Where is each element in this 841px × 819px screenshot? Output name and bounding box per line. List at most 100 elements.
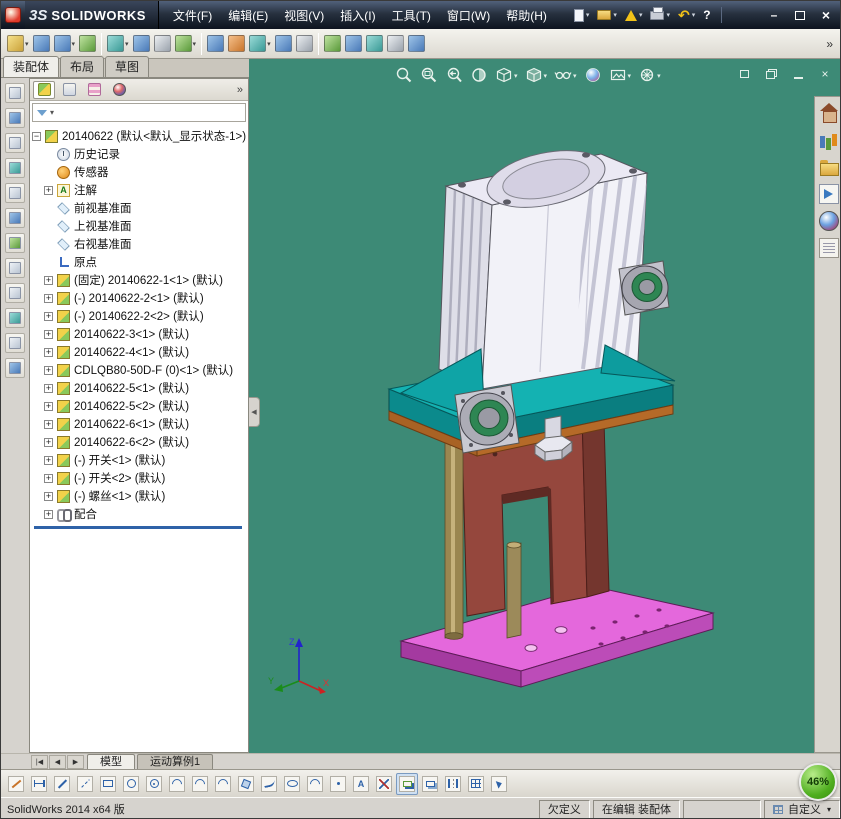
zoom-to-fit-button[interactable]: [395, 66, 413, 84]
measure-button[interactable]: [343, 31, 364, 57]
display-style-button[interactable]: ▾: [525, 66, 548, 84]
ellipse-button[interactable]: [281, 773, 303, 795]
section-view-button[interactable]: [470, 66, 488, 84]
tree-item-component[interactable]: +20140622-3<1> (默认): [32, 325, 248, 343]
hidden-lines-removed-button[interactable]: [5, 333, 25, 353]
expand-icon[interactable]: +: [44, 347, 53, 357]
wireframe-display-button[interactable]: [5, 283, 25, 303]
battery-indicator[interactable]: 46%: [799, 763, 837, 801]
expand-icon[interactable]: +: [44, 311, 53, 321]
assembly-model-3d[interactable]: [249, 59, 841, 753]
menu-edit[interactable]: 编辑(E): [220, 2, 276, 29]
expand-icon[interactable]: +: [44, 275, 53, 285]
file-explorer-tab[interactable]: [819, 157, 839, 177]
dropdown-caret-icon[interactable]: ▾: [25, 40, 29, 48]
undo-button[interactable]: ↶ ▾: [675, 6, 698, 24]
linear-component-pattern-button[interactable]: ▾: [52, 31, 78, 57]
expand-icon[interactable]: +: [44, 509, 53, 519]
point-button[interactable]: [327, 773, 349, 795]
menu-tools[interactable]: 工具(T): [384, 2, 439, 29]
configurationmanager-tab[interactable]: [83, 81, 105, 99]
manager-overflow-button[interactable]: »: [237, 84, 245, 96]
dropdown-caret-icon[interactable]: ▾: [573, 72, 577, 80]
dropdown-caret-icon[interactable]: ▾: [628, 72, 632, 80]
exploded-view-button[interactable]: [273, 31, 294, 57]
solidworks-resources-tab[interactable]: [819, 103, 839, 123]
view-orientation-button[interactable]: ▾: [495, 66, 518, 84]
first-tab-button[interactable]: |◀: [31, 755, 48, 769]
perimeter-circle-button[interactable]: [143, 773, 165, 795]
tab-motion-study-1[interactable]: 运动算例1: [137, 754, 214, 769]
tab-sketch[interactable]: 草图: [105, 56, 150, 77]
tree-item-component[interactable]: + (-) 20140622-2<1> (默认): [32, 289, 248, 307]
centerline-button[interactable]: [74, 773, 96, 795]
expand-icon[interactable]: +: [44, 419, 53, 429]
collapse-icon[interactable]: −: [32, 131, 41, 141]
tree-item-origin[interactable]: 原点: [32, 253, 248, 271]
tree-item-component[interactable]: + (-) 开关<2> (默认): [32, 469, 248, 487]
convert-entities-button[interactable]: [396, 772, 418, 795]
tree-item-component[interactable]: +20140622-6<2> (默认): [32, 433, 248, 451]
explode-line-sketch-button[interactable]: [294, 31, 315, 57]
dropdown-caret-icon[interactable]: ▾: [514, 72, 518, 80]
menu-insert[interactable]: 插入(I): [332, 2, 383, 29]
expand-icon[interactable]: +: [44, 185, 53, 195]
panel-collapse-button[interactable]: ◀: [249, 397, 260, 427]
expand-icon[interactable]: +: [44, 293, 53, 303]
menu-help[interactable]: 帮助(H): [498, 2, 555, 29]
tab-layout[interactable]: 布局: [60, 56, 105, 77]
front-view-button[interactable]: [5, 83, 25, 103]
restore-window-button[interactable]: [737, 67, 751, 81]
tree-item-component[interactable]: +20140622-5<2> (默认): [32, 397, 248, 415]
menu-file[interactable]: 文件(F): [165, 2, 220, 29]
save-alert-button[interactable]: ▾: [622, 8, 646, 23]
previous-view-button[interactable]: [445, 66, 463, 84]
spline-button[interactable]: [258, 773, 280, 795]
tree-filter-bar[interactable]: ▾: [32, 103, 246, 122]
tile-window-button[interactable]: [764, 67, 778, 81]
smart-dimension-button[interactable]: [28, 773, 50, 795]
graphics-area[interactable]: ▾ ▾ ▾ ▾ ▾ × Z X Y: [249, 59, 841, 753]
design-library-tab[interactable]: [819, 130, 839, 150]
customize-cell[interactable]: 自定义 ▾: [763, 799, 840, 818]
dropdown-caret-icon[interactable]: ▾: [125, 40, 129, 48]
isometric-view-button[interactable]: [5, 233, 25, 253]
displaymanager-tab[interactable]: [108, 81, 130, 99]
tree-item-annotations[interactable]: + 注解: [32, 181, 248, 199]
linear-sketch-pattern-button[interactable]: [465, 773, 487, 795]
top-view-button[interactable]: [5, 183, 25, 203]
tangent-arc-button[interactable]: [189, 773, 211, 795]
print-button[interactable]: ▾: [647, 6, 673, 22]
rotate-component-button[interactable]: [131, 31, 152, 57]
expand-icon[interactable]: +: [44, 365, 53, 375]
apply-scene-button[interactable]: ▾: [609, 66, 632, 84]
appearances-tab[interactable]: [818, 211, 839, 231]
normal-to-view-button[interactable]: [5, 258, 25, 278]
expand-icon[interactable]: +: [44, 383, 53, 393]
tree-item-component[interactable]: + (-) 螺丝<1> (默认): [32, 487, 248, 505]
zoom-to-area-button[interactable]: [420, 66, 438, 84]
tree-item-component[interactable]: +20140622-6<1> (默认): [32, 415, 248, 433]
smart-fasteners-button[interactable]: [77, 31, 98, 57]
view-settings-button[interactable]: ▾: [638, 66, 661, 84]
dropdown-caret-icon[interactable]: ▾: [692, 11, 696, 19]
menu-view[interactable]: 视图(V): [276, 2, 332, 29]
next-tab-button[interactable]: ▶: [67, 755, 84, 769]
polygon-button[interactable]: [235, 773, 257, 795]
dropdown-caret-icon[interactable]: ▾: [827, 805, 831, 814]
dropdown-caret-icon[interactable]: ▾: [544, 72, 548, 80]
text-button[interactable]: [350, 773, 372, 795]
expand-icon[interactable]: +: [44, 437, 53, 447]
dropdown-caret-icon[interactable]: ▾: [657, 72, 661, 80]
assembly-features-button[interactable]: ▾: [173, 31, 199, 57]
offset-entities-button[interactable]: [419, 773, 441, 795]
tab-model[interactable]: 模型: [87, 754, 135, 769]
reference-geometry-button[interactable]: [205, 31, 226, 57]
mate-button[interactable]: [31, 31, 52, 57]
new-motion-study-button[interactable]: [226, 31, 247, 57]
sketch-fillet-button[interactable]: [304, 773, 326, 795]
back-view-button[interactable]: [5, 108, 25, 128]
dropdown-caret-icon[interactable]: ▾: [666, 11, 670, 19]
menu-window[interactable]: 窗口(W): [439, 2, 498, 29]
centerpoint-arc-button[interactable]: [166, 773, 188, 795]
